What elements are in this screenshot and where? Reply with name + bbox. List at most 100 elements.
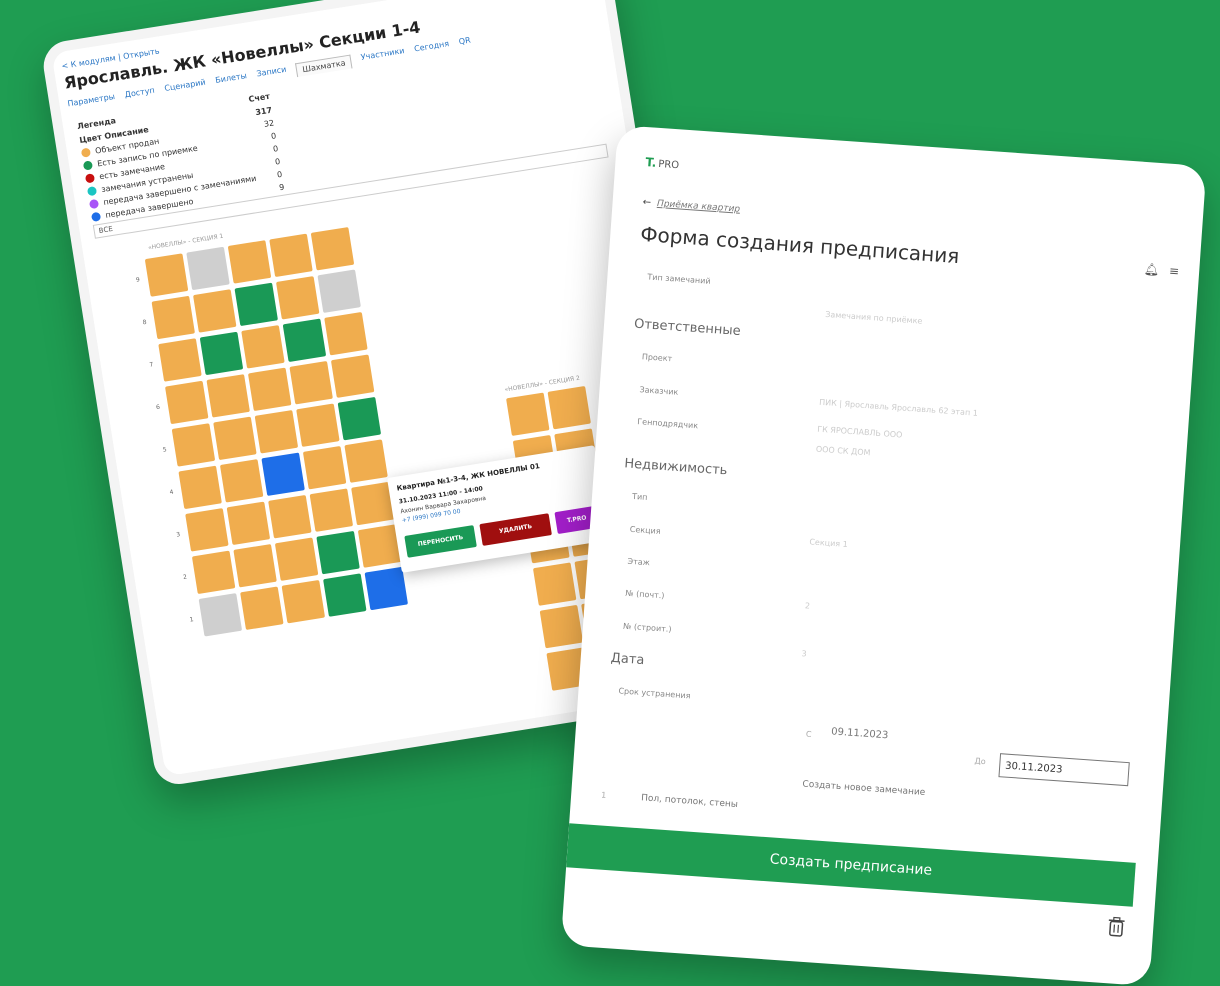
apartment-cell[interactable] [171, 423, 216, 467]
apartment-cell[interactable] [274, 537, 319, 581]
legend-color-dot [90, 211, 102, 222]
apartment-cell[interactable] [316, 530, 360, 575]
tab-tickets[interactable]: Билеты [215, 71, 249, 90]
apartment-cell[interactable] [178, 465, 222, 510]
apartment-cell[interactable] [233, 544, 277, 588]
customer-value[interactable]: ПИК | Ярославль Ярославль 62 этап 1 [819, 398, 978, 418]
apartment-cell[interactable] [268, 494, 312, 539]
responsible-heading: Ответственные [633, 316, 742, 340]
apartment-cell[interactable] [302, 445, 347, 490]
floor-label: 6 [155, 403, 161, 412]
legend-count: 0 [276, 169, 283, 180]
tab-scenario[interactable]: Сценарий [164, 78, 207, 98]
apartment-cell[interactable] [337, 396, 382, 441]
apartment-cell[interactable] [281, 579, 326, 624]
logo-mark: T. [644, 155, 657, 170]
floor-label: 1 [189, 616, 195, 624]
apartment-cell[interactable] [330, 354, 375, 398]
legend-color-dot [88, 198, 100, 210]
apartment-cell[interactable] [234, 282, 278, 327]
apartment-cell[interactable] [193, 289, 237, 333]
tab-qr[interactable]: QR [458, 36, 472, 52]
apartment-cell[interactable] [506, 392, 550, 436]
apartment-cell[interactable] [164, 380, 209, 425]
num-post-value[interactable]: 2 [805, 601, 811, 610]
move-button[interactable]: ПЕРЕНОСИТЬ [404, 525, 477, 558]
apartment-cell[interactable] [213, 416, 257, 461]
apartment-cell[interactable] [151, 295, 196, 340]
create-prescription-button[interactable]: Создать предписание [566, 823, 1136, 907]
arrow-left-icon[interactable]: ← [642, 197, 651, 209]
apartment-cell[interactable] [532, 562, 577, 606]
apartment-cell[interactable] [269, 233, 313, 278]
remark-item-text: Пол, потолок, стены [640, 793, 739, 811]
contractor-value[interactable]: ГК ЯРОСЛАВЛЬ ООО [817, 425, 903, 440]
apartment-cell[interactable] [364, 566, 409, 611]
apartment-cell[interactable] [199, 331, 244, 376]
floor-label: 7 [148, 361, 154, 369]
apartment-cell[interactable] [317, 269, 361, 313]
tab-participants[interactable]: Участники [360, 46, 406, 67]
remark-item-number: 1 [600, 790, 607, 800]
num-post-label: № (почт.) [625, 588, 665, 601]
delete-button[interactable]: УДАЛИТЬ [479, 513, 552, 546]
tab-today[interactable]: Сегодня [414, 39, 451, 58]
apartment-cell[interactable] [186, 246, 230, 291]
contractor-value-2[interactable]: ООО СК ДОМ [816, 445, 871, 458]
apartment-cell[interactable] [158, 338, 202, 382]
back-link[interactable]: Приёмка квартир [657, 199, 741, 215]
form-title: Форма создания предписания [639, 221, 961, 269]
apartment-cell[interactable] [282, 318, 327, 363]
legend-color-dot [86, 186, 98, 197]
apartment-cell[interactable] [227, 240, 272, 284]
floor-label: 2 [182, 573, 188, 582]
apartment-cell[interactable] [241, 325, 285, 369]
tab-access[interactable]: Доступ [124, 86, 156, 105]
trash-icon[interactable] [1108, 916, 1125, 937]
to-label: До [974, 756, 986, 767]
apartment-cell[interactable] [547, 385, 591, 430]
tab-params[interactable]: Параметры [67, 92, 117, 113]
section-value[interactable]: Секция 1 [809, 537, 848, 549]
tab-chessboard[interactable]: Шахматка [295, 54, 353, 78]
legend-count: 32 [263, 118, 275, 129]
legend-count: 0 [274, 156, 281, 167]
new-remark-link[interactable]: Создать новое замечание [802, 779, 925, 798]
apartment-cell[interactable] [206, 374, 250, 418]
num-build-value[interactable]: 3 [801, 649, 807, 658]
apartment-cell[interactable] [185, 508, 229, 552]
apartment-cell[interactable] [219, 459, 264, 503]
tpro-logo: T.PRO [645, 155, 680, 171]
property-heading: Недвижимость [623, 456, 728, 479]
apartment-cell[interactable] [310, 227, 355, 271]
legend-count: 0 [270, 131, 277, 141]
apartment-cell[interactable] [309, 488, 354, 532]
back-nav[interactable]: ← Приёмка квартир [642, 197, 740, 215]
from-date-value[interactable]: 09.11.2023 [831, 726, 889, 741]
section-label: Секция [629, 524, 661, 536]
floor-label: 5 [162, 446, 168, 454]
apartment-cell[interactable] [275, 276, 320, 320]
apartment-cell[interactable] [198, 593, 243, 637]
apartment-cell[interactable] [261, 452, 305, 496]
remark-type-value[interactable]: Замечания по приёмке [825, 310, 923, 326]
apartment-cell[interactable] [191, 550, 236, 595]
num-build-label: № (строит.) [622, 621, 672, 634]
apartment-cell[interactable] [240, 586, 284, 630]
bell-icon[interactable]: 🔔︎ [1144, 262, 1160, 277]
to-date-input[interactable]: 30.11.2023 [998, 753, 1130, 787]
apartment-cell[interactable] [323, 573, 367, 617]
apartment-cell[interactable] [324, 311, 368, 356]
apartment-cell[interactable] [289, 360, 333, 405]
apartment-cell[interactable] [344, 439, 388, 483]
tab-records[interactable]: Записи [256, 65, 288, 84]
legend-total: 317 [254, 105, 273, 118]
apartment-cell[interactable] [296, 403, 340, 447]
floor-label: Этаж [627, 556, 651, 568]
menu-icon[interactable]: ≡ [1169, 264, 1180, 279]
apartment-cell[interactable] [247, 367, 292, 412]
apartment-cell[interactable] [254, 410, 299, 454]
apartment-cell[interactable] [226, 501, 271, 546]
apartment-cell[interactable] [144, 253, 189, 297]
apartment-cell[interactable] [539, 604, 584, 649]
